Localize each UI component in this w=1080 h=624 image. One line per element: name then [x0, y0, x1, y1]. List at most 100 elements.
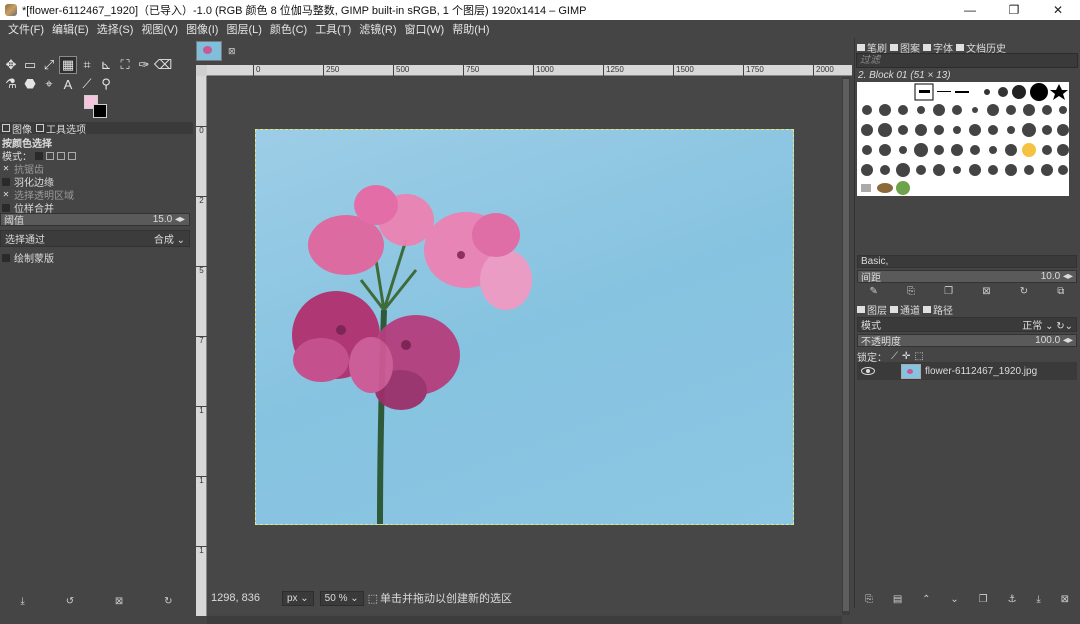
- paths-tool-icon[interactable]: ⌖: [40, 75, 58, 93]
- menu-colors[interactable]: 颜色(C): [266, 21, 311, 37]
- close-window-button[interactable]: ✕: [1036, 0, 1080, 20]
- menu-edit[interactable]: 编辑(E): [48, 21, 93, 37]
- feather-checkbox[interactable]: [2, 177, 10, 186]
- mode-replace-icon[interactable]: [35, 151, 43, 160]
- layers-dock-tabs: 图层 通道 路径: [857, 302, 953, 317]
- threshold-label: 阈值: [4, 216, 24, 227]
- tab-tool-options[interactable]: 工具选项: [36, 121, 86, 136]
- layer-visibility-eye-icon[interactable]: [861, 367, 875, 375]
- canvas-viewport[interactable]: [207, 77, 842, 615]
- v-ruler-label: 1: [196, 476, 207, 485]
- text-tool-icon[interactable]: A: [59, 75, 77, 93]
- mode-add-icon[interactable]: [46, 151, 54, 160]
- layer-row[interactable]: flower-6112467_1920.jpg: [857, 362, 1077, 380]
- new-layer-icon[interactable]: ⎘: [865, 594, 873, 605]
- select-by-combo[interactable]: 选择通过 合成 ⌄: [0, 230, 190, 247]
- smudge-tool-icon[interactable]: ⬣: [21, 75, 39, 93]
- horizontal-scrollbar[interactable]: [207, 616, 842, 624]
- eraser-tool-icon[interactable]: ⌫: [154, 56, 172, 74]
- delete-layer-icon[interactable]: ⊠: [1061, 594, 1069, 605]
- draw-mask-option[interactable]: 绘制蒙版: [2, 250, 54, 265]
- ruler-corner[interactable]: [196, 65, 207, 76]
- new-brush-icon[interactable]: ⎘: [907, 286, 915, 297]
- horizontal-ruler[interactable]: 0 250 500 750 1000 1250 1500 1750 2000: [207, 65, 852, 76]
- paintbrush-tool-icon[interactable]: ✑: [135, 56, 153, 74]
- layer-name[interactable]: flower-6112467_1920.jpg: [925, 366, 1037, 377]
- antialias-checkbox[interactable]: ✕: [2, 164, 10, 173]
- flower-photo[interactable]: [255, 129, 794, 525]
- open-brush-file-icon[interactable]: ⧉: [1057, 286, 1064, 297]
- draw-mask-checkbox[interactable]: [2, 253, 10, 262]
- save-options-icon[interactable]: ⤓: [20, 596, 24, 607]
- brush-grid[interactable]: [857, 82, 1069, 196]
- vertical-scrollbar[interactable]: [842, 77, 850, 615]
- background-color-swatch[interactable]: [93, 104, 107, 118]
- color-picker-tool-icon[interactable]: ⟋: [78, 75, 96, 93]
- restore-options-icon[interactable]: ↺: [66, 596, 74, 607]
- layer-mode-combo[interactable]: 模式 正常 ⌄ ↻⌄: [857, 317, 1077, 332]
- h-ruler-label: 750: [463, 65, 479, 76]
- close-image-tab-icon[interactable]: ⊠: [228, 46, 236, 57]
- menu-view[interactable]: 视图(V): [137, 21, 182, 37]
- status-bar: 1298, 836 px ⌄ 50 % ⌄ ⬚ 单击并拖动以创建新的选区: [193, 588, 854, 608]
- transform-tool-icon[interactable]: ⊾: [97, 56, 115, 74]
- minimize-button[interactable]: —: [948, 0, 992, 20]
- brush-spacing-slider[interactable]: 间距 10.0 ◂▸: [857, 270, 1077, 284]
- delete-options-icon[interactable]: ⊠: [115, 596, 123, 607]
- tab-paths[interactable]: 路径: [923, 302, 953, 317]
- menu-image[interactable]: 图像(I): [182, 21, 222, 37]
- tab-layers[interactable]: 图层: [857, 302, 887, 317]
- vertical-scrollbar-thumb[interactable]: [843, 79, 849, 611]
- menu-select[interactable]: 选择(S): [93, 21, 138, 37]
- refresh-brushes-icon[interactable]: ↻: [1020, 286, 1028, 297]
- layers-tab-icon: [857, 306, 865, 313]
- tab-tool-options-label: 工具选项: [46, 124, 86, 136]
- crop-tool-icon[interactable]: ⌗: [78, 56, 96, 74]
- menu-help[interactable]: 帮助(H): [448, 21, 493, 37]
- sample-merged-checkbox[interactable]: [2, 203, 10, 212]
- select-transparent-checkbox[interactable]: ✕: [2, 190, 10, 199]
- brush-preset-field[interactable]: Basic,: [857, 255, 1077, 268]
- move-tool-icon[interactable]: ✥: [2, 56, 20, 74]
- menu-tools[interactable]: 工具(T): [311, 21, 355, 37]
- menu-file[interactable]: 文件(F): [4, 21, 48, 37]
- lock-alpha-icon[interactable]: ⬚: [914, 351, 923, 362]
- fg-bg-color-selector[interactable]: [84, 95, 112, 119]
- warp-tool-icon[interactable]: ⛶: [116, 56, 134, 74]
- brush-filter-input[interactable]: 过滤: [856, 53, 1078, 68]
- threshold-slider[interactable]: 阈值 15.0 ◂▸: [0, 213, 190, 227]
- delete-brush-icon[interactable]: ⊠: [982, 286, 990, 297]
- duplicate-brush-icon[interactable]: ❐: [944, 286, 953, 297]
- raise-layer-icon[interactable]: ⌃: [922, 594, 930, 605]
- menu-windows[interactable]: 窗口(W): [401, 21, 449, 37]
- menu-filters[interactable]: 滤镜(R): [355, 21, 400, 37]
- tab-channels[interactable]: 通道: [890, 302, 920, 317]
- vertical-ruler[interactable]: 0 2 5 7 1 1 1: [196, 76, 207, 616]
- color-select-tool-icon[interactable]: ▦: [59, 56, 77, 74]
- new-layer-group-icon[interactable]: ▤: [893, 594, 902, 605]
- lock-pixels-icon[interactable]: ⟋: [891, 351, 898, 362]
- image-tab-thumbnail[interactable]: [196, 41, 222, 61]
- menu-layer[interactable]: 图层(L): [222, 21, 265, 37]
- tool-options-buttons: ⤓ ↺ ⊠ ↻: [0, 594, 193, 608]
- free-select-tool-icon[interactable]: ⤢: [40, 56, 58, 74]
- rect-select-tool-icon[interactable]: ▭: [21, 56, 39, 74]
- clone-tool-icon[interactable]: ⚗: [2, 75, 20, 93]
- zoom-tool-icon[interactable]: ⚲: [97, 75, 115, 93]
- v-ruler-label: 5: [196, 266, 207, 275]
- unit-select[interactable]: px ⌄: [281, 590, 314, 606]
- layer-opacity-slider[interactable]: 不透明度 100.0 ◂▸: [857, 334, 1077, 348]
- mode-subtract-icon[interactable]: [57, 151, 65, 160]
- reset-options-icon[interactable]: ↻: [164, 596, 172, 607]
- restore-button[interactable]: ❐: [992, 0, 1036, 20]
- lock-position-icon[interactable]: ✛: [902, 351, 910, 362]
- mode-intersect-icon[interactable]: [68, 151, 76, 160]
- tab-images[interactable]: 图像: [2, 121, 32, 136]
- zoom-select[interactable]: 50 % ⌄: [319, 590, 364, 606]
- anchor-layer-icon[interactable]: ⚓: [1008, 594, 1017, 605]
- lower-layer-icon[interactable]: ⌄: [950, 594, 958, 605]
- edit-brush-icon[interactable]: ✎: [870, 286, 878, 297]
- duplicate-layer-icon[interactable]: ❐: [979, 594, 988, 605]
- merge-layer-icon[interactable]: ⤓: [1036, 594, 1040, 605]
- v-ruler-label: 2: [196, 196, 207, 205]
